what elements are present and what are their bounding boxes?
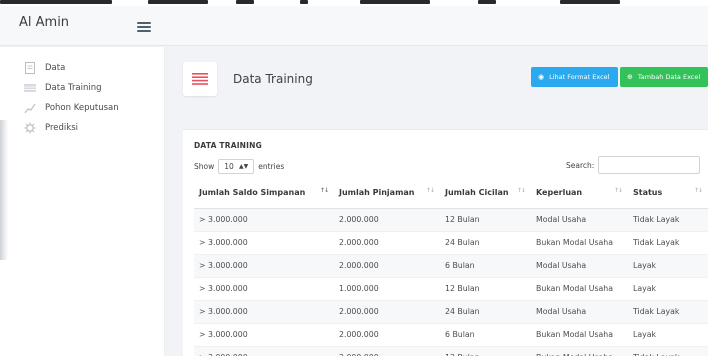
table-cell: > 3.000.000 (194, 231, 334, 255)
table-cell: 2.000.000 (334, 208, 440, 232)
panel-title: DATA TRAINING (194, 141, 262, 150)
table-cell: 2.000.000 (334, 254, 440, 278)
search-input[interactable] (598, 156, 701, 174)
top-header: Al Amin (0, 6, 708, 46)
table-cell: 2.000.000 (334, 300, 440, 324)
entries-select[interactable]: 10 ▲▼ (218, 159, 255, 174)
page-title-icon (183, 62, 217, 96)
show-label: Show (194, 162, 215, 171)
sidebar-item-pohon-keputusan[interactable]: Pohon Keputusan (24, 100, 119, 116)
table-cell: 6 Bulan (440, 323, 531, 347)
table-cell: Bukan Modal Usaha (531, 346, 628, 356)
sidebar-item-label: Data Training (45, 83, 102, 93)
table-cell: Bukan Modal Usaha (531, 277, 628, 301)
table-cell: 12 Bulan (440, 346, 531, 356)
table-cell: > 3.000.000 (194, 300, 334, 324)
data-training-table: Jumlah Saldo Simpanan ↑↓ Jumlah Pinjaman ↑… (194, 178, 708, 356)
table-row: > 3.000.000 2.000.000 24 Bulan Bukan Mod… (194, 231, 708, 255)
table-cell: Tidak Layak (628, 300, 708, 324)
column-header-keperluan[interactable]: Keperluan ↑↓ (531, 178, 628, 209)
table-cell: 2.000.000 (334, 346, 440, 356)
table-row: > 3.000.000 2.000.000 12 Bulan Modal Usa… (194, 208, 708, 232)
search-control: Search: (566, 156, 701, 174)
add-excel-data-button[interactable]: ⊕ Tambah Data Excel (620, 67, 708, 87)
view-excel-format-label: Lihat Format Excel (549, 73, 610, 81)
plus-circle-icon: ⊕ (627, 73, 633, 81)
table-cell: Modal Usaha (531, 254, 628, 278)
brand-name[interactable]: Al Amin (19, 15, 69, 30)
table-row: > 3.000.000 2.000.000 12 Bulan Bukan Mod… (194, 346, 708, 356)
gear-icon (24, 122, 36, 134)
sidebar: Data Data Training Pohon Keputusan Predi… (0, 47, 165, 356)
view-excel-format-button[interactable]: ◉ Lihat Format Excel (531, 67, 618, 87)
entries-length-control: Show 10 ▲▼ entries (194, 159, 284, 174)
table-cell: 2.000.000 (334, 323, 440, 347)
table-cell: 12 Bulan (440, 277, 531, 301)
table-cell: Modal Usaha (531, 300, 628, 324)
table-cell: Tidak Layak (628, 208, 708, 232)
table-cell: Layak (628, 323, 708, 347)
eye-icon: ◉ (538, 73, 545, 81)
sort-updown-icon: ▲▼ (239, 163, 249, 170)
table-cell: Layak (628, 254, 708, 278)
table-row: > 3.000.000 1.000.000 12 Bulan Bukan Mod… (194, 277, 708, 301)
page-header: Data Training ◉ Lihat Format Excel ⊕ Tam… (172, 53, 708, 111)
table-cell: 2.000.000 (334, 231, 440, 255)
sidebar-item-label: Data (45, 63, 66, 73)
sidebar-item-data-training[interactable]: Data Training (24, 80, 102, 96)
table-cell: 12 Bulan (440, 208, 531, 232)
table-cell: 6 Bulan (440, 254, 531, 278)
menu-toggle-icon[interactable] (137, 22, 151, 32)
entries-label: entries (258, 162, 285, 171)
column-header-status[interactable]: Status ↑↓ (628, 178, 708, 209)
table-row: > 3.000.000 2.000.000 24 Bulan Modal Usa… (194, 300, 708, 324)
table-cell: Modal Usaha (531, 208, 628, 232)
table-cell: > 3.000.000 (194, 323, 334, 347)
sort-icon: ↑↓ (693, 187, 703, 194)
table-cell: > 3.000.000 (194, 254, 334, 278)
add-excel-data-label: Tambah Data Excel (637, 73, 701, 81)
page-title: Data Training (233, 72, 313, 86)
table-cell: Bukan Modal Usaha (531, 323, 628, 347)
sort-icon: ↑↓ (425, 187, 435, 194)
table-header-row: Jumlah Saldo Simpanan ↑↓ Jumlah Pinjaman ↑… (194, 178, 708, 209)
table-cell: 24 Bulan (440, 231, 531, 255)
table-cell: 1.000.000 (334, 277, 440, 301)
chart-line-icon (24, 102, 36, 114)
sidebar-item-label: Pohon Keputusan (45, 103, 119, 113)
sort-icon: ↑↓ (319, 187, 329, 194)
table-cell: Layak (628, 277, 708, 301)
data-training-panel: DATA TRAINING Show 10 ▲▼ entries Search:… (183, 129, 708, 356)
search-label: Search: (566, 160, 595, 170)
table-cell: > 3.000.000 (194, 208, 334, 232)
table-row: > 3.000.000 2.000.000 6 Bulan Bukan Moda… (194, 323, 708, 347)
column-header-saldo[interactable]: Jumlah Saldo Simpanan ↑↓ (194, 178, 334, 209)
table-cell: 24 Bulan (440, 300, 531, 324)
sort-icon: ↑↓ (613, 187, 623, 194)
table-icon (24, 82, 36, 94)
column-header-pinjaman[interactable]: Jumlah Pinjaman ↑↓ (334, 178, 440, 209)
table-cell: > 3.000.000 (194, 346, 334, 356)
sidebar-item-data[interactable]: Data (24, 60, 65, 76)
file-icon (24, 62, 36, 74)
table-cell: > 3.000.000 (194, 277, 334, 301)
table-cell: Tidak Layak (628, 231, 708, 255)
sidebar-item-prediksi[interactable]: Prediksi (24, 120, 78, 136)
table-cell: Tidak Layak (628, 346, 708, 356)
table-cell: Bukan Modal Usaha (531, 231, 628, 255)
sidebar-item-label: Prediksi (45, 123, 78, 133)
entries-select-value: 10 (224, 162, 234, 171)
sort-icon: ↑↓ (516, 187, 526, 194)
table-row: > 3.000.000 2.000.000 6 Bulan Modal Usah… (194, 254, 708, 278)
column-header-cicilan[interactable]: Jumlah Cicilan ↑↓ (440, 178, 531, 209)
page-edge-shadow (0, 120, 8, 260)
